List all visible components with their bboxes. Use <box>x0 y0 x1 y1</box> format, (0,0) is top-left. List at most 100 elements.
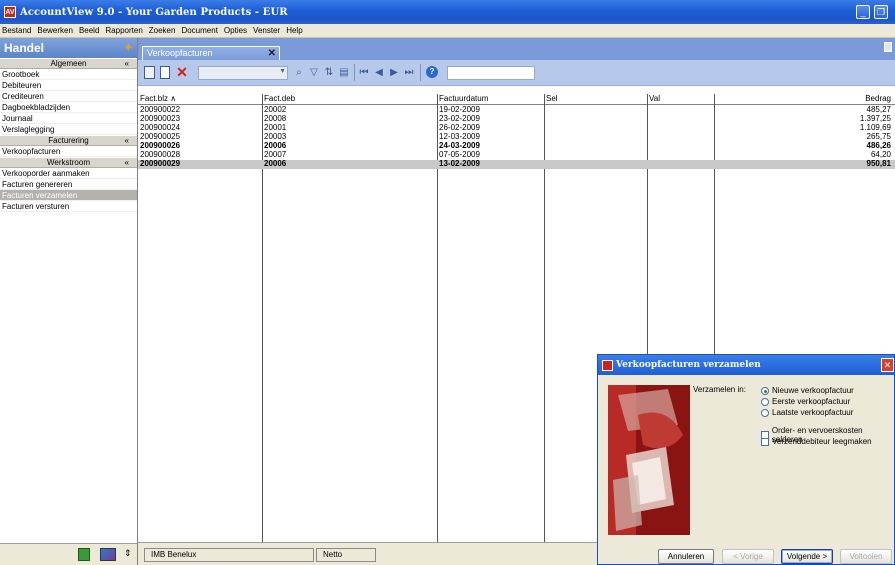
sort-icon[interactable]: ⇅ <box>323 66 335 79</box>
cell-fact-blz: 200900029 <box>140 159 181 168</box>
next-record-icon[interactable]: ▶ <box>389 66 399 79</box>
filter-icon[interactable]: ▽ <box>308 66 320 79</box>
radio-icon[interactable] <box>761 397 769 406</box>
collapse-icon[interactable]: « <box>125 59 129 69</box>
group-header-algemeen[interactable]: Algemeen « <box>0 58 137 69</box>
group-header-werkstroom[interactable]: Werkstroom « <box>0 157 137 168</box>
pane-header: Handel ✦ <box>0 38 137 58</box>
group-header-facturering[interactable]: Facturering « <box>0 135 137 146</box>
first-record-icon[interactable]: ⏮ <box>359 66 369 79</box>
toolbar: ✕ ▼ ⌕ ▽ ⇅ ▤ ⏮ ◀ ▶ ⏭ ? <box>138 60 895 86</box>
dialog-title: Verkoopfacturen verzamelen <box>616 360 761 370</box>
columns-icon[interactable]: ▤ <box>338 66 350 79</box>
search-icon[interactable]: ⌕ <box>293 66 305 79</box>
menu-bewerken[interactable]: Bewerken <box>37 26 73 35</box>
cell-factuurdatum: 13-02-2009 <box>439 159 480 168</box>
app-icon <box>602 359 613 371</box>
delete-icon[interactable]: ✕ <box>176 65 188 79</box>
menu-venster[interactable]: Venster <box>253 26 280 35</box>
nav-item-grootboek[interactable]: Grootboek <box>0 69 137 80</box>
toolbar-separator <box>354 64 355 81</box>
column-header-sel[interactable]: Sel <box>546 94 558 104</box>
help-icon[interactable]: ? <box>426 66 438 78</box>
nav-item-dagboekbladzijden[interactable]: Dagboekbladzijden <box>0 102 137 113</box>
tab-strip: Verkoopfacturen ✕ <box>138 38 895 60</box>
dialog-title-bar: Verkoopfacturen verzamelen <box>598 355 894 375</box>
previous-record-icon[interactable]: ◀ <box>374 66 384 79</box>
finish-button[interactable]: Voltooien <box>840 549 892 564</box>
table-row[interactable]: 200900029 20006 13-02-2009 950,81 <box>138 159 895 169</box>
nav-item-facturen-versturen[interactable]: Facturen versturen <box>0 201 137 212</box>
nav-item-crediteuren[interactable]: Crediteuren <box>0 91 137 102</box>
column-header-fact-blz[interactable]: Fact.blz ∧ <box>140 94 176 104</box>
window-title: AccountView 9.0 - Your Garden Products -… <box>20 6 288 18</box>
close-tab-icon[interactable]: ✕ <box>268 47 276 60</box>
grid-header: Fact.blz ∧ Fact.deb Factuurdatum Sel Val… <box>138 94 895 105</box>
menu-bestand[interactable]: Bestand <box>2 26 31 35</box>
column-header-bedrag[interactable]: Bedrag <box>865 94 891 104</box>
window-list-icon[interactable] <box>884 42 892 52</box>
table-row[interactable]: 200900026 20006 24-03-2009 486,26 <box>138 141 895 151</box>
radio-selected-icon[interactable] <box>761 386 769 395</box>
menu-rapporten[interactable]: Rapporten <box>105 26 142 35</box>
radio-label: Eerste verkoopfactuur <box>772 397 851 406</box>
menu-bar: Bestand Bewerken Beeld Rapporten Zoeken … <box>0 24 895 38</box>
nav-item-verkooporder-aanmaken[interactable]: Verkooporder aanmaken <box>0 168 137 179</box>
expand-pane-icon[interactable]: ⇕ <box>124 548 132 559</box>
radio-first-invoice[interactable]: Eerste verkoopfactuur <box>761 397 850 406</box>
title-bar: AV AccountView 9.0 - Your Garden Product… <box>0 0 895 24</box>
module-icon[interactable] <box>78 548 90 561</box>
nav-item-debiteuren[interactable]: Debiteuren <box>0 80 137 91</box>
nav-item-verkoopfacturen[interactable]: Verkoopfacturen <box>0 146 137 157</box>
column-header-factuurdatum[interactable]: Factuurdatum <box>439 94 488 104</box>
properties-icon[interactable] <box>144 66 155 79</box>
checkbox-clear-shipping-debtor[interactable]: Verzenddebiteur leegmaken <box>761 437 872 446</box>
collapse-icon[interactable]: « <box>125 136 129 146</box>
cell-fact-deb: 20006 <box>264 159 287 168</box>
bookshelf-icon[interactable] <box>100 548 116 561</box>
toolbar-separator <box>420 64 421 81</box>
table-row[interactable]: 200900024 20001 26-02-2009 1.109,69 <box>138 123 895 133</box>
collapse-icon[interactable]: « <box>125 158 129 168</box>
radio-icon[interactable] <box>761 408 769 417</box>
menu-help[interactable]: Help <box>286 26 302 35</box>
column-header-fact-deb[interactable]: Fact.deb <box>264 94 295 104</box>
menu-opties[interactable]: Opties <box>224 26 247 35</box>
nav-item-facturen-genereren[interactable]: Facturen genereren <box>0 179 137 190</box>
group-title: Werkstroom <box>47 158 90 167</box>
checkbox-icon[interactable] <box>761 437 769 446</box>
pane-footer: ⇕ <box>0 543 137 565</box>
status-company: IMB Benelux <box>144 548 314 562</box>
table-row[interactable]: 200900028 20007 07-05-2009 64,20 <box>138 150 895 160</box>
cancel-button[interactable]: Annuleren <box>658 549 714 564</box>
close-icon[interactable]: ✕ <box>881 358 894 372</box>
restore-icon[interactable]: ❐ <box>874 5 888 19</box>
wizard-illustration <box>608 385 690 535</box>
quick-search-input[interactable] <box>447 66 535 80</box>
new-document-icon[interactable] <box>160 66 170 79</box>
status-mode: Netto <box>316 548 376 562</box>
table-row[interactable]: 200900025 20003 12-03-2009 265,75 <box>138 132 895 142</box>
radio-last-invoice[interactable]: Laatste verkoopfactuur <box>761 408 853 417</box>
previous-button[interactable]: < Vorige <box>722 549 774 564</box>
menu-zoeken[interactable]: Zoeken <box>149 26 176 35</box>
pin-icon[interactable]: ✦ <box>124 41 133 54</box>
nav-item-verslaglegging[interactable]: Verslaglegging <box>0 124 137 135</box>
chevron-down-icon[interactable]: ▼ <box>279 68 286 75</box>
minimize-icon[interactable]: _ <box>856 5 870 19</box>
nav-item-journaal[interactable]: Journaal <box>0 113 137 124</box>
last-record-icon[interactable]: ⏭ <box>404 66 414 79</box>
app-icon: AV <box>4 6 16 18</box>
column-header-val[interactable]: Val <box>649 94 660 104</box>
table-row[interactable]: 200900023 20008 23-02-2009 1.397,25 <box>138 114 895 124</box>
nav-item-facturen-verzamelen[interactable]: Facturen verzamelen <box>0 190 137 201</box>
radio-label: Nieuwe verkoopfactuur <box>772 386 854 395</box>
view-select[interactable]: ▼ <box>198 66 288 80</box>
menu-document[interactable]: Document <box>181 26 217 35</box>
next-button[interactable]: Volgende > <box>781 549 833 564</box>
table-row[interactable]: 200900022 20002 19-02-2009 485,27 <box>138 105 895 115</box>
menu-beeld[interactable]: Beeld <box>79 26 99 35</box>
cell-bedrag: 950,81 <box>866 159 891 168</box>
radio-new-invoice[interactable]: Nieuwe verkoopfactuur <box>761 386 854 395</box>
tab-verkoopfacturen[interactable]: Verkoopfacturen ✕ <box>142 46 280 60</box>
